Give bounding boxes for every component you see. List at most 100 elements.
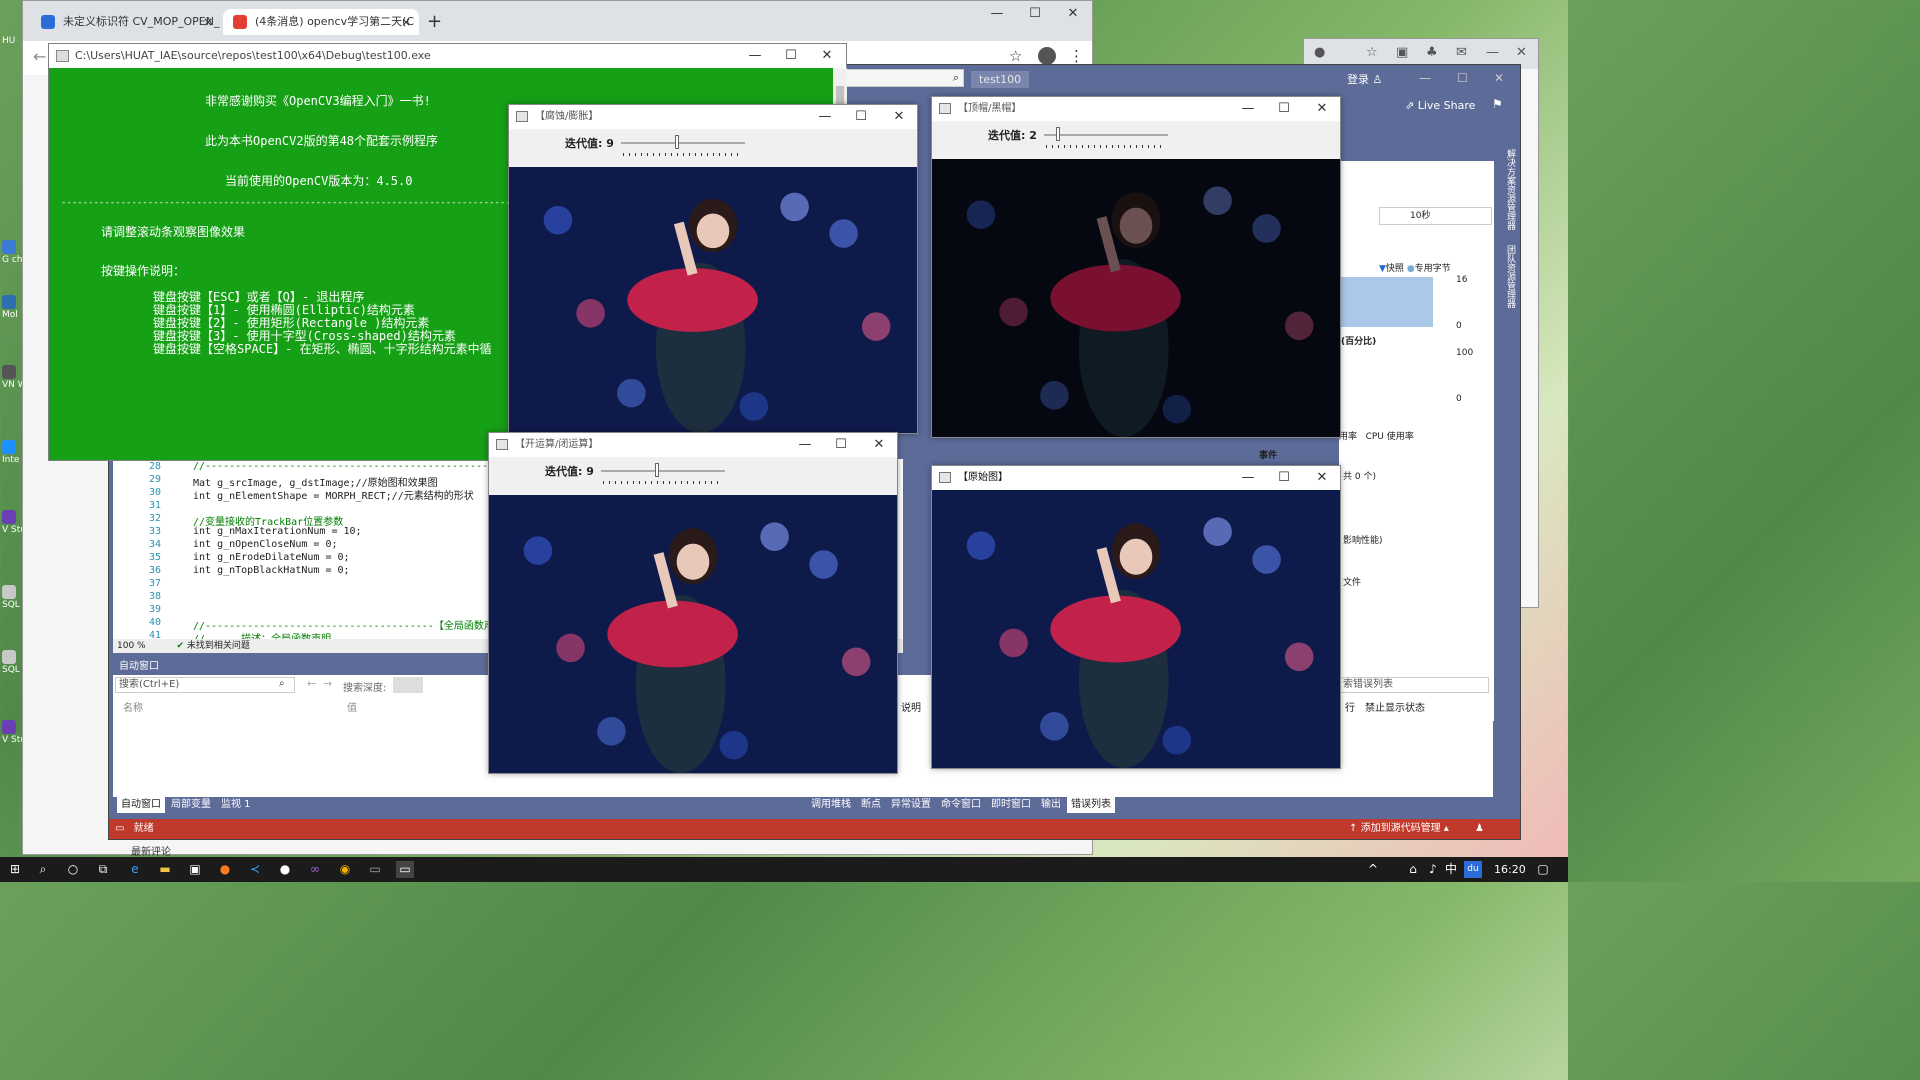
code-line[interactable]: int g_nErodeDilateNum = 0;: [193, 552, 350, 563]
console-app-icon[interactable]: ▭: [366, 861, 384, 878]
panel-tab[interactable]: 断点: [857, 797, 885, 813]
maximize-button[interactable]: ☐: [1017, 1, 1053, 27]
panel-tab[interactable]: 异常设置: [887, 797, 935, 813]
star-icon[interactable]: ☆: [1366, 45, 1378, 60]
maximize-button[interactable]: ☐: [773, 44, 809, 68]
task-view-icon[interactable]: ⧉: [94, 861, 112, 878]
browser-tab-2[interactable]: (4条消息) opencv学习第二天(C ×: [223, 9, 419, 35]
extension-icon[interactable]: ▣: [1396, 45, 1408, 60]
login-link[interactable]: 登录 ♙: [1347, 71, 1382, 87]
panel-tab[interactable]: 局部变量: [167, 797, 215, 813]
cv-titlebar[interactable]: 【腐蚀/膨胀】 — ☐ ✕: [509, 105, 917, 129]
minimize-button[interactable]: —: [807, 105, 843, 129]
code-line[interactable]: int g_nMaxIterationNum = 10;: [193, 526, 362, 537]
close-button[interactable]: ✕: [1304, 466, 1340, 490]
back-icon[interactable]: ←: [33, 47, 46, 66]
minimize-button[interactable]: —: [979, 1, 1015, 27]
search-icon[interactable]: ⌕: [34, 861, 52, 878]
start-icon[interactable]: ⊞: [6, 861, 24, 878]
vs-maximize[interactable]: ☐: [1457, 71, 1468, 85]
vscode-icon[interactable]: ≺: [246, 861, 264, 878]
vs-solution-tab[interactable]: test100: [971, 71, 1030, 88]
profile-icon[interactable]: ●: [1314, 45, 1325, 60]
notifications-icon[interactable]: ▢: [1534, 861, 1552, 878]
panel-tab[interactable]: 命令窗口: [937, 797, 985, 813]
search-depth-select[interactable]: [393, 677, 423, 693]
minimize-button[interactable]: —: [787, 433, 823, 457]
maximize-button[interactable]: ☐: [1266, 466, 1302, 490]
more-icon[interactable]: ⋮: [1069, 47, 1084, 65]
new-tab-button[interactable]: +: [427, 11, 442, 32]
iteration-trackbar[interactable]: 迭代值: 9: [509, 129, 917, 163]
panel-tab[interactable]: 自动窗口: [117, 797, 165, 813]
file-explorer-icon[interactable]: ▬: [156, 861, 174, 878]
trackbar-thumb[interactable]: [1056, 127, 1060, 141]
desktop-icon[interactable]: SQL Ma: [2, 585, 22, 610]
star-icon[interactable]: ☆: [1009, 47, 1022, 65]
panel-tab[interactable]: 即时窗口: [987, 797, 1035, 813]
close-button[interactable]: ✕: [809, 44, 845, 68]
opencv-app-icon[interactable]: ▭: [396, 861, 414, 878]
code-line[interactable]: int g_nElementShape = MORPH_RECT;//元素结构的…: [193, 487, 474, 502]
vs-minimize[interactable]: —: [1419, 71, 1431, 85]
maximize-button[interactable]: ☐: [1266, 97, 1302, 121]
volume-icon[interactable]: ♪: [1424, 861, 1442, 878]
close-tab-icon[interactable]: ×: [401, 9, 411, 35]
baidu-icon[interactable]: du: [1464, 861, 1482, 878]
bell-icon[interactable]: ♣: [1426, 45, 1438, 60]
search-icon[interactable]: ⌕: [279, 678, 285, 689]
back-icon[interactable]: ←: [307, 677, 316, 690]
maximize-button[interactable]: ☐: [823, 433, 859, 457]
desktop-icon[interactable]: V Stuc: [2, 510, 22, 535]
error-search-input[interactable]: 索错误列表: [1339, 677, 1489, 693]
console-titlebar[interactable]: C:\Users\HUAT_IAE\source\repos\test100\x…: [49, 44, 846, 68]
notification-icon[interactable]: ♟: [1475, 819, 1484, 839]
trackbar-thumb[interactable]: [655, 463, 659, 477]
panel-tab[interactable]: 调用堆栈: [807, 797, 855, 813]
vs-search-box[interactable]: ⌕: [844, 69, 964, 87]
ime-indicator[interactable]: 中: [1442, 861, 1460, 878]
code-line[interactable]: int g_nOpenCloseNum = 0;: [193, 539, 338, 550]
cortana-icon[interactable]: ○: [64, 861, 82, 878]
code-line[interactable]: int g_nTopBlackHatNum = 0;: [193, 565, 350, 576]
edge-icon[interactable]: e: [126, 861, 144, 878]
trackbar-thumb[interactable]: [675, 135, 679, 149]
feedback-icon[interactable]: ⚑: [1492, 97, 1503, 111]
cv-window-erode[interactable]: 【腐蚀/膨胀】 — ☐ ✕ 迭代值: 9: [508, 104, 918, 434]
panel-tab[interactable]: 错误列表: [1067, 797, 1115, 813]
panel-tab[interactable]: 监视 1: [217, 797, 255, 813]
browser-tab-1[interactable]: 未定义标识符 CV_MOP_OPEN_ ×: [31, 9, 221, 35]
issues-status[interactable]: 未找到相关问题: [187, 641, 250, 651]
minimize-icon[interactable]: —: [1486, 45, 1499, 60]
cv-window-open[interactable]: 【开运算/闭运算】 — ☐ ✕ 迭代值: 9: [488, 432, 898, 774]
desktop-icon[interactable]: Inte Con: [2, 440, 22, 465]
clock[interactable]: 16:20: [1494, 863, 1526, 876]
close-button[interactable]: ✕: [1304, 97, 1340, 121]
chrome-icon[interactable]: ◉: [336, 861, 354, 878]
tray-chevron-icon[interactable]: ^: [1364, 861, 1382, 878]
cv-window-tophat[interactable]: 【顶帽/黑帽】 — ☐ ✕ 迭代值: 2: [931, 96, 1341, 438]
auto-search-input[interactable]: 搜索(Ctrl+E): [115, 677, 295, 693]
close-tab-icon[interactable]: ×: [203, 9, 213, 35]
iteration-trackbar[interactable]: 迭代值: 2: [932, 121, 1340, 155]
close-button[interactable]: ✕: [881, 105, 917, 129]
network-icon[interactable]: ⌂: [1404, 861, 1422, 878]
forward-icon[interactable]: →: [323, 677, 332, 690]
maximize-button[interactable]: ☐: [843, 105, 879, 129]
profile-icon[interactable]: [1038, 47, 1056, 65]
visual-studio-icon[interactable]: ∞: [306, 861, 324, 878]
side-tab-solution[interactable]: 解决方案资源管理器: [1503, 149, 1515, 230]
close-icon[interactable]: ✕: [1516, 45, 1527, 60]
live-share-button[interactable]: ⇗ Live Share: [1405, 99, 1475, 112]
cv-titlebar[interactable]: 【原始图】 — ☐ ✕: [932, 466, 1340, 490]
desktop-icon[interactable]: VN Wo: [2, 365, 22, 390]
minimize-button[interactable]: —: [1230, 466, 1266, 490]
app-icon[interactable]: ●: [276, 861, 294, 878]
panel-tab[interactable]: 输出: [1037, 797, 1065, 813]
iteration-trackbar[interactable]: 迭代值: 9: [489, 457, 897, 491]
store-icon[interactable]: ▣: [186, 861, 204, 878]
zoom-level[interactable]: 100 %: [117, 641, 146, 651]
desktop-icon[interactable]: Mol: [2, 295, 22, 320]
diag-tabs[interactable]: 用率 CPU 使用率: [1339, 429, 1414, 442]
minimize-button[interactable]: —: [737, 44, 773, 68]
